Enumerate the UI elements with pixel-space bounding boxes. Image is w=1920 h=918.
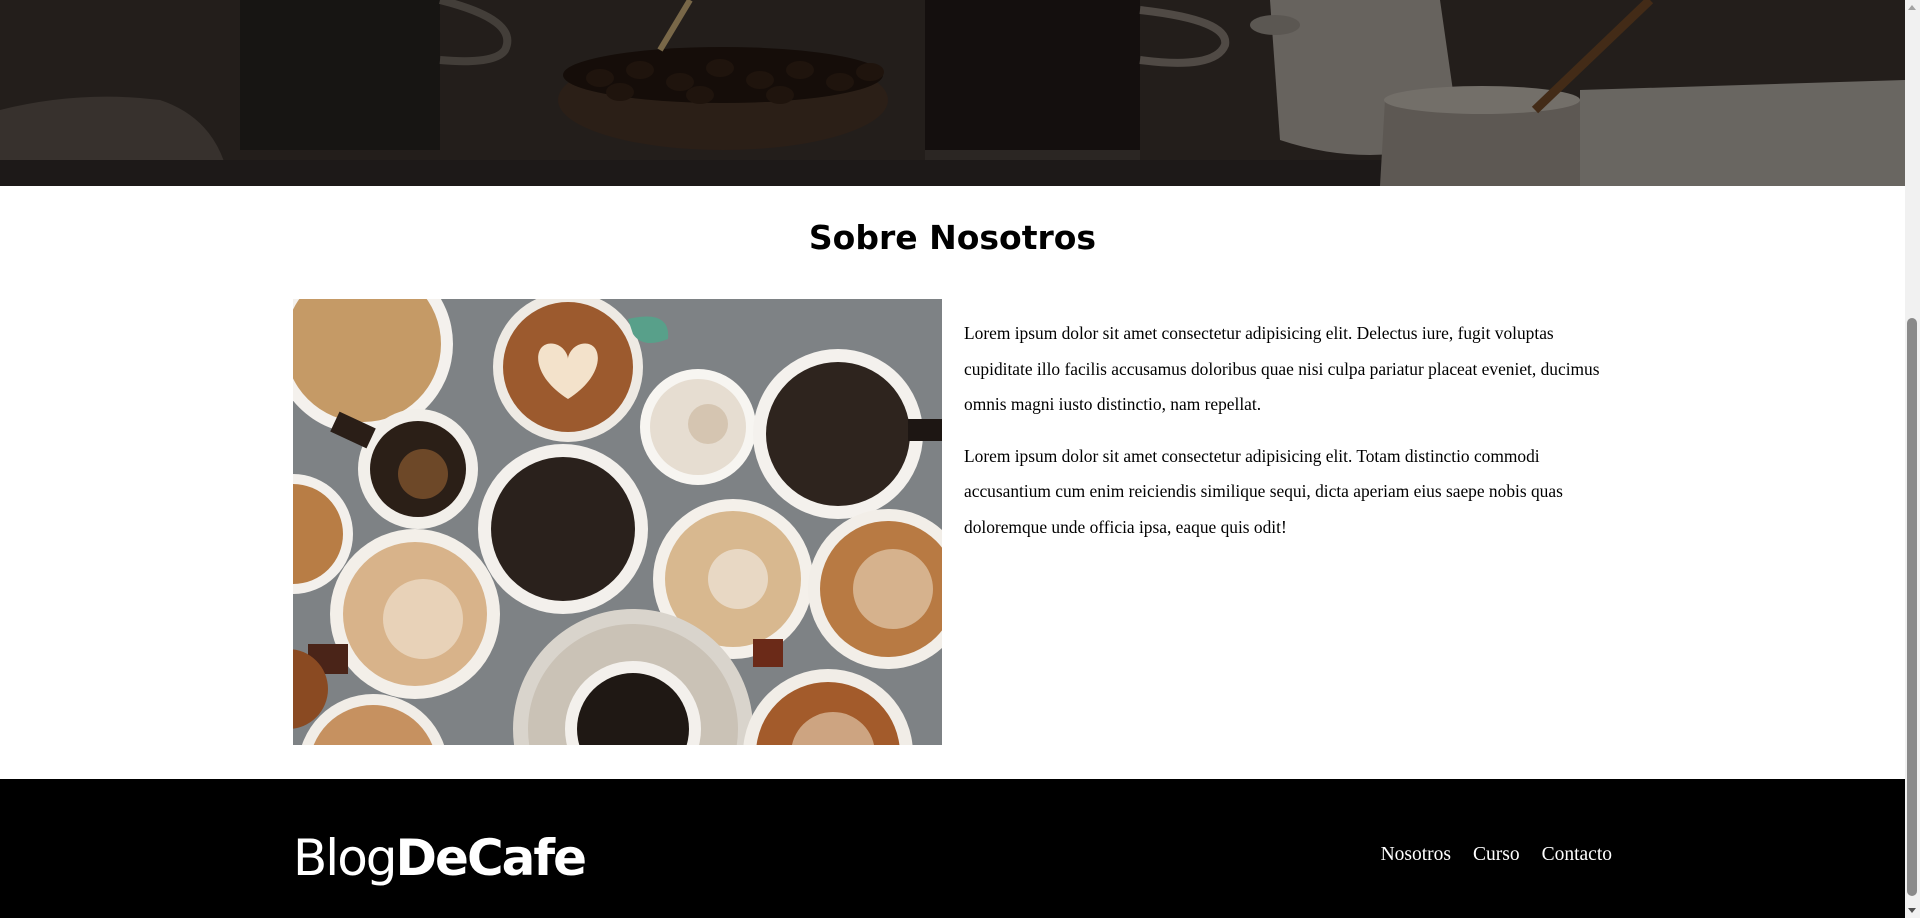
hero-image bbox=[0, 0, 1905, 186]
about-paragraph-2: Lorem ipsum dolor sit amet consectetur a… bbox=[964, 445, 1563, 537]
section-title: Sobre Nosotros bbox=[808, 218, 1097, 257]
footer-nav-nosotros[interactable]: Nosotros bbox=[1381, 844, 1451, 866]
footer-nav-contacto[interactable]: Contacto bbox=[1542, 844, 1612, 866]
scrollbar-thumb[interactable] bbox=[1907, 318, 1917, 896]
page: Sobre Nosotros Lorem ipsum dolor sit ame… bbox=[0, 0, 1905, 918]
footer-nav: Nosotros Curso Contacto bbox=[1381, 844, 1612, 866]
scroll-up-icon[interactable] bbox=[1908, 5, 1916, 10]
about-text: Lorem ipsum dolor sit amet consectetur a… bbox=[964, 316, 1614, 562]
footer-logo-light: Blog bbox=[293, 829, 398, 887]
scrollbar[interactable] bbox=[1905, 0, 1920, 918]
about-paragraph-1: Lorem ipsum dolor sit amet consectetur a… bbox=[964, 323, 1600, 415]
about-image bbox=[293, 299, 942, 745]
coffee-cups-photo bbox=[293, 299, 942, 745]
footer: BlogDeCafe Nosotros Curso Contacto bbox=[0, 779, 1905, 918]
footer-logo-bold: DeCafe bbox=[395, 829, 588, 887]
footer-nav-curso[interactable]: Curso bbox=[1473, 844, 1520, 866]
hero-photo bbox=[0, 0, 1905, 186]
scroll-down-icon[interactable] bbox=[1908, 908, 1916, 913]
footer-logo[interactable]: BlogDeCafe bbox=[293, 829, 588, 887]
